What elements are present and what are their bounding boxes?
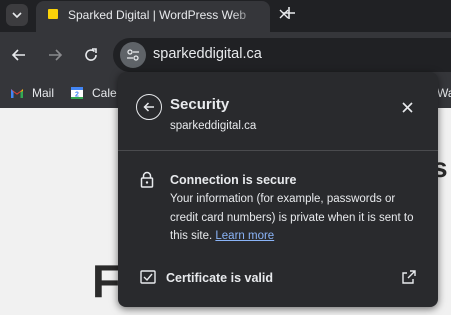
reload-button[interactable]	[79, 43, 103, 67]
forward-button[interactable]	[43, 43, 67, 67]
divider	[118, 150, 438, 151]
bookmark-other[interactable]: Wa	[437, 84, 451, 102]
bookmark-calendar[interactable]: 2 Cale	[70, 84, 117, 102]
new-tab-button[interactable]	[279, 3, 299, 23]
connection-description: Your information (for example, passwords…	[170, 193, 414, 242]
close-icon	[401, 101, 413, 113]
certificate-row[interactable]: Certificate is valid	[118, 264, 438, 294]
plus-icon	[283, 7, 295, 19]
google-calendar-icon: 2	[71, 87, 83, 99]
bookmark-label: Cale	[92, 86, 117, 100]
reload-icon	[85, 48, 97, 61]
site-favicon	[48, 9, 58, 19]
address-bar[interactable]: sparkeddigital.ca	[113, 38, 451, 72]
svg-text:2: 2	[75, 92, 79, 99]
back-button[interactable]	[7, 43, 31, 67]
popup-close-button[interactable]	[398, 98, 416, 116]
certificate-icon	[140, 270, 156, 284]
tab-strip: Sparked Digital | WordPress Web	[0, 0, 451, 32]
popup-title: Security	[170, 96, 230, 113]
tune-icon	[127, 49, 139, 61]
site-info-button[interactable]	[120, 42, 146, 68]
popup-domain: sparkeddigital.ca	[170, 120, 257, 132]
browser-tab[interactable]: Sparked Digital | WordPress Web	[36, 1, 289, 32]
bookmark-mail[interactable]: Mail	[10, 84, 54, 102]
learn-more-link[interactable]: Learn more	[215, 230, 274, 242]
arrow-left-icon	[143, 102, 154, 112]
lock-icon	[140, 171, 154, 189]
certificate-label: Certificate is valid	[166, 271, 273, 285]
bookmark-label: Wa	[437, 86, 451, 100]
connection-status-title: Connection is secure	[170, 173, 297, 187]
arrow-left-icon	[11, 49, 25, 61]
tab-search-button[interactable]	[6, 4, 28, 26]
back-button-popup[interactable]	[136, 94, 162, 120]
gmail-icon	[11, 89, 23, 98]
external-link-icon[interactable]	[401, 269, 417, 285]
security-popup: Security sparkeddigital.ca Connection is…	[118, 72, 438, 307]
tab-title: Sparked Digital | WordPress Web	[68, 8, 247, 22]
chevron-down-icon	[12, 12, 22, 19]
arrow-right-icon	[49, 49, 63, 61]
url-text[interactable]: sparkeddigital.ca	[153, 46, 262, 62]
bookmark-label: Mail	[32, 86, 55, 100]
